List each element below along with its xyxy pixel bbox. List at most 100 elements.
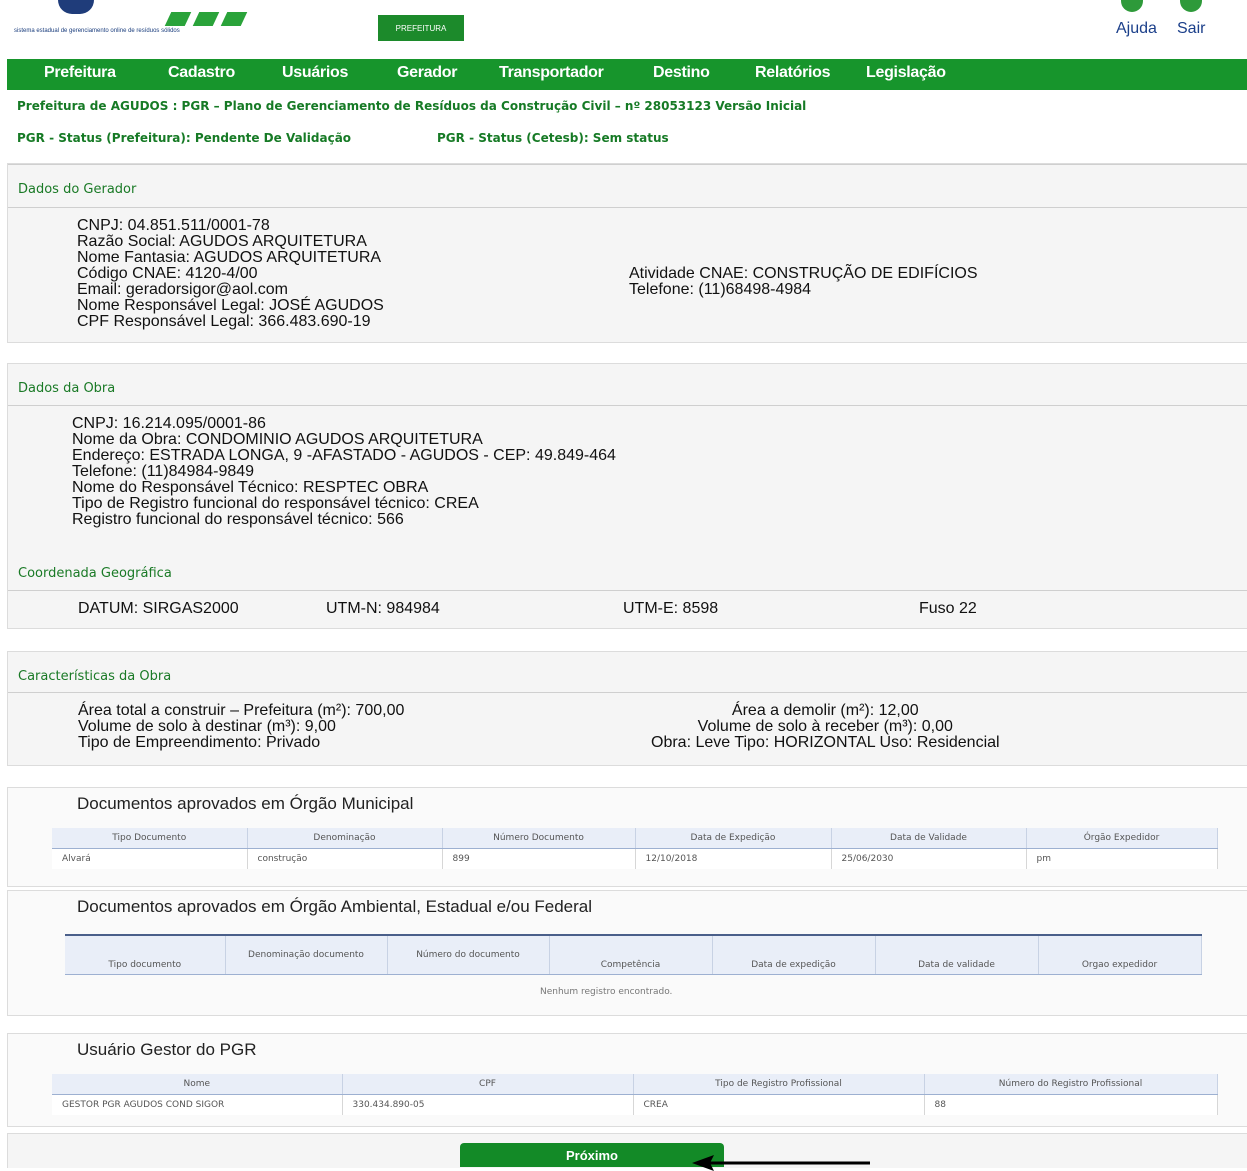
nav-destino[interactable]: Destino: [653, 64, 710, 82]
col-denominacao[interactable]: Denominação: [247, 828, 443, 849]
volume-destinar: Volume de solo à destinar (m³): 9,00: [78, 718, 336, 735]
obra-cnpj: CNPJ: 16.214.095/0001-86: [72, 415, 266, 432]
table-cell: construção: [247, 848, 443, 869]
col-data-expedicao[interactable]: Data de expedição: [712, 935, 876, 975]
nav-relatorios[interactable]: Relatórios: [755, 64, 831, 82]
gerador-cpf-responsavel: CPF Responsável Legal: 366.483.690-19: [77, 313, 371, 330]
gerador-razao-social: Razão Social: AGUDOS ARQUITETURA: [77, 233, 367, 250]
nav-gerador[interactable]: Gerador: [397, 64, 457, 82]
col-cpf[interactable]: CPF: [342, 1074, 634, 1095]
table-cell: 330.434.890-05: [342, 1094, 634, 1115]
obra-nome: Nome da Obra: CONDOMINIO AGUDOS ARQUITET…: [72, 431, 483, 448]
table-cell: pm: [1026, 848, 1218, 869]
caracteristicas-title: Características da Obra: [18, 669, 172, 684]
col-data-validade[interactable]: Data de Validade: [831, 828, 1027, 849]
obra-responsavel-tecnico: Nome do Responsável Técnico: RESPTEC OBR…: [72, 479, 429, 496]
obra-registro-funcional: Registro funcional do responsável técnic…: [72, 511, 404, 528]
col-data-expedicao[interactable]: Data de Expedição: [635, 828, 832, 849]
empty-message: Nenhum registro encontrado.: [540, 987, 673, 997]
logo-caption: sistema estadual de gerenciamento online…: [14, 28, 180, 34]
table-cell: GESTOR PGR AGUDOS COND SIGOR: [52, 1094, 343, 1115]
gerador-atividade: Atividade CNAE: CONSTRUÇÃO DE EDIFÍCIOS: [629, 265, 978, 282]
col-competencia[interactable]: Competência: [549, 935, 713, 975]
utm-e-value: UTM-E: 8598: [623, 600, 719, 617]
nav-legislacao[interactable]: Legislação: [866, 64, 946, 82]
gerador-title: Dados do Gerador: [18, 182, 137, 197]
caracteristicas-left: Área total a construir – Prefeitura (m²)…: [78, 703, 404, 751]
docs-ambiental-title: Documentos aprovados em Órgão Ambiental,…: [77, 897, 593, 916]
nav-transportador[interactable]: Transportador: [499, 64, 604, 82]
col-tipo-registro[interactable]: Tipo de Registro Profissional: [633, 1074, 925, 1095]
col-orgao-expedidor[interactable]: Orgao expedidor: [1038, 935, 1202, 975]
col-numero-documento[interactable]: Número Documento: [442, 828, 636, 849]
docs-municipal-box: Documentos aprovados em Órgão Municipal …: [7, 787, 1247, 887]
prefeitura-badge: PREFEITURA: [378, 15, 464, 41]
gerador-cnpj: CNPJ: 04.851.511/0001-78: [77, 217, 270, 234]
gerador-email: Email: geradorsigor@aol.com: [77, 281, 288, 298]
main-nav: Prefeitura Cadastro Usuários Gerador Tra…: [7, 59, 1247, 90]
col-tipo-documento[interactable]: Tipo Documento: [52, 828, 248, 849]
docs-municipal-title: Documentos aprovados em Órgão Municipal: [77, 794, 414, 813]
nav-usuarios[interactable]: Usuários: [282, 64, 348, 82]
col-nome[interactable]: Nome: [52, 1074, 343, 1095]
nav-prefeitura[interactable]: Prefeitura: [44, 64, 116, 82]
gestor-table: Nome CPF Tipo de Registro Profissional N…: [52, 1074, 1218, 1115]
gestor-title: Usuário Gestor do PGR: [77, 1040, 257, 1059]
area-demolir: Área a demolir (m²): 12,00: [731, 702, 919, 719]
col-orgao-expedidor[interactable]: Órgão Expedidor: [1026, 828, 1218, 849]
coordenada-title: Coordenada Geográfica: [18, 566, 172, 581]
status-cetesb: PGR - Status (Cetesb): Sem status: [437, 131, 669, 145]
obra-tipo-registro: Tipo de Registro funcional do responsáve…: [72, 495, 479, 512]
utm-n-value: UTM-N: 984984: [326, 600, 440, 617]
volume-receber: Volume de solo à receber (m³): 0,00: [697, 718, 953, 735]
col-numero-registro[interactable]: Número do Registro Profissional: [924, 1074, 1218, 1095]
obra-endereco: Endereço: ESTRADA LONGA, 9 -AFASTADO - A…: [72, 447, 616, 464]
table-cell: 88: [924, 1094, 1218, 1115]
obra-panel: Dados da Obra CNPJ: 16.214.095/0001-86 N…: [7, 363, 1247, 629]
table-cell: 899: [442, 848, 636, 869]
table-header-row: Nome CPF Tipo de Registro Profissional N…: [52, 1074, 1218, 1095]
gerador-codigo-cnae: Código CNAE: 4120-4/00: [77, 265, 258, 282]
docs-municipal-table: Tipo Documento Denominação Número Docume…: [52, 828, 1218, 869]
arrow-pointer-icon: [692, 1155, 870, 1171]
table-cell: Alvará: [52, 848, 248, 869]
nav-cadastro[interactable]: Cadastro: [168, 64, 235, 82]
gerador-responsavel: Nome Responsável Legal: JOSÉ AGUDOS: [77, 297, 384, 314]
docs-ambiental-box: Documentos aprovados em Órgão Ambiental,…: [7, 890, 1247, 1016]
datum-value: DATUM: SIRGAS2000: [78, 600, 239, 617]
gerador-nome-fantasia: Nome Fantasia: AGUDOS ARQUITETURA: [77, 249, 382, 266]
page-title: Prefeitura de AGUDOS : PGR – Plano de Ge…: [17, 99, 807, 113]
col-data-validade[interactable]: Data de validade: [875, 935, 1039, 975]
gerador-panel: Dados do Gerador CNPJ: 04.851.511/0001-7…: [7, 163, 1247, 343]
obra-details: CNPJ: 16.214.095/0001-86 Nome da Obra: C…: [72, 416, 616, 528]
col-denominacao[interactable]: Denominação documento: [225, 935, 388, 975]
table-row[interactable]: GESTOR PGR AGUDOS COND SIGOR 330.434.890…: [52, 1094, 1218, 1115]
docs-ambiental-table: Tipo documento Denominação documento Núm…: [65, 934, 1202, 975]
col-tipo-documento[interactable]: Tipo documento: [65, 935, 226, 975]
gestor-box: Usuário Gestor do PGR Nome CPF Tipo de R…: [7, 1033, 1247, 1127]
table-cell: CREA: [633, 1094, 925, 1115]
help-link[interactable]: Ajuda: [1116, 20, 1157, 38]
obra-telefone: Telefone: (11)84984-9849: [72, 463, 255, 480]
tipo-empreendimento: Tipo de Empreendimento: Privado: [78, 734, 321, 751]
fuso-value: Fuso 22: [919, 600, 977, 617]
gerador-details: CNPJ: 04.851.511/0001-78 Razão Social: A…: [77, 218, 384, 330]
gerador-telefone: Telefone: (11)68498-4984: [629, 281, 812, 298]
table-header-row: Tipo Documento Denominação Número Docume…: [52, 828, 1218, 849]
next-button[interactable]: Próximo: [460, 1143, 724, 1167]
table-cell: 12/10/2018: [635, 848, 832, 869]
gerador-atividade-block: Atividade CNAE: CONSTRUÇÃO DE EDIFÍCIOS …: [629, 266, 978, 298]
area-construir: Área total a construir – Prefeitura (m²)…: [78, 702, 405, 719]
logo-stripes: [160, 0, 260, 30]
exit-link[interactable]: Sair: [1177, 20, 1205, 38]
col-numero-documento[interactable]: Número do documento: [387, 935, 550, 975]
table-row[interactable]: Alvará construção 899 12/10/2018 25/06/2…: [52, 848, 1218, 869]
caracteristicas-panel: Características da Obra Área total a con…: [7, 651, 1247, 766]
logo-mark: [58, 0, 94, 14]
help-icon[interactable]: [1121, 0, 1143, 12]
table-cell: 25/06/2030: [831, 848, 1027, 869]
caracteristicas-right: Área a demolir (m²): 12,00 Volume de sol…: [651, 703, 1000, 751]
obra-tipo-uso: Obra: Leve Tipo: HORIZONTAL Uso: Residen…: [651, 734, 1000, 751]
table-header-row: Tipo documento Denominação documento Núm…: [65, 935, 1202, 975]
exit-icon[interactable]: [1180, 0, 1202, 12]
